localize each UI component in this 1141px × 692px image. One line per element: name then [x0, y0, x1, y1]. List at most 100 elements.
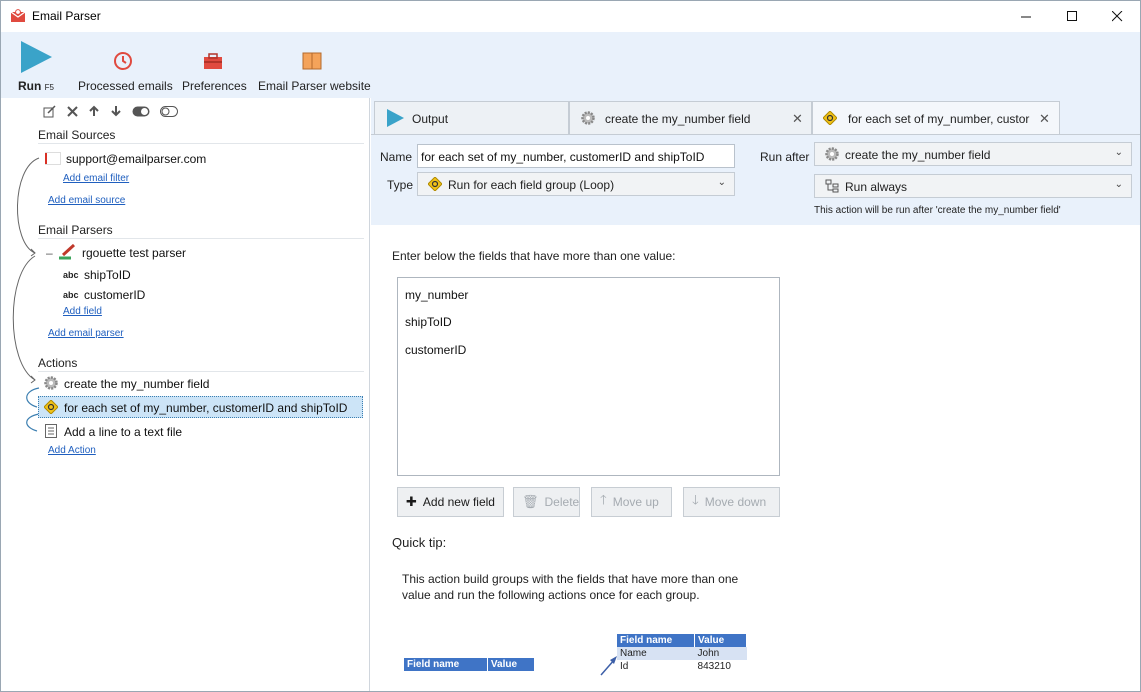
flow-icon: [825, 179, 839, 193]
move-item-down-button[interactable]: [108, 104, 124, 118]
type-select[interactable]: Run for each field group (Loop) ⌄: [417, 172, 735, 196]
move-up-button[interactable]: 🡑 Move up: [591, 487, 672, 517]
field-item-customerid[interactable]: customerID: [84, 288, 145, 302]
list-item[interactable]: customerID: [405, 343, 466, 357]
example-table-left: Field name Value: [404, 658, 536, 671]
add-email-parser-link[interactable]: Add email parser: [48, 328, 124, 339]
gmail-icon: [45, 152, 61, 165]
run-button[interactable]: Run F5: [13, 32, 57, 98]
divider: [38, 238, 364, 239]
type-value: Run for each field group (Loop): [448, 178, 615, 192]
add-field-link[interactable]: Add field: [63, 306, 102, 317]
divider: [38, 143, 364, 144]
tab-loop[interactable]: for each set of my_number, custor ✕: [812, 101, 1060, 134]
book-icon: [302, 52, 322, 70]
processed-emails-button[interactable]: Processed emails: [76, 32, 173, 98]
minimize-button[interactable]: [1003, 1, 1049, 32]
close-icon: [1111, 11, 1122, 22]
gear-icon: [44, 376, 58, 390]
text-file-icon: [45, 424, 57, 438]
action-item-text-file[interactable]: Add a line to a text file: [64, 425, 182, 439]
arrow-up-icon: 🡑: [600, 492, 607, 507]
tab-strip: Output create the my_number field ✕ for …: [371, 98, 1140, 134]
add-email-filter-link[interactable]: Add email filter: [63, 173, 129, 184]
plus-icon: ✚: [406, 494, 417, 509]
ribbon-toolbar: Run F5 Processed emails Preferences Emai…: [1, 32, 1140, 98]
text-field-type-icon: abc: [63, 290, 79, 300]
list-item[interactable]: my_number: [405, 288, 468, 302]
preferences-button[interactable]: Preferences: [179, 32, 247, 98]
title-bar: Email Parser: [1, 1, 1140, 32]
loop-icon: [44, 400, 58, 414]
tab-close-icon[interactable]: ✕: [1039, 111, 1050, 127]
add-action-link[interactable]: Add Action: [48, 445, 96, 456]
maximize-button[interactable]: [1049, 1, 1095, 32]
toggle-on-button[interactable]: [131, 104, 151, 118]
email-parsers-header: Email Parsers: [38, 223, 113, 237]
tab-create-field[interactable]: create the my_number field ✕: [569, 101, 812, 134]
gear-icon: [825, 147, 839, 161]
collapse-toggle[interactable]: –: [46, 246, 53, 260]
fields-listbox[interactable]: my_number shipToID customerID: [397, 277, 780, 476]
toggle-off-button[interactable]: [159, 104, 179, 118]
x-icon: [66, 105, 78, 117]
delete-label: Delete: [544, 495, 580, 509]
name-label: Name: [380, 150, 413, 164]
left-tree-panel: Email Sources support@emailparser.com Ad…: [1, 98, 370, 691]
chevron-down-icon: ⌄: [1114, 179, 1123, 190]
table-cell: Id: [620, 661, 629, 672]
add-new-field-label: Add new field: [422, 495, 495, 509]
list-item[interactable]: shipToID: [405, 315, 452, 329]
run-after-label: Run after: [760, 150, 810, 164]
move-down-label: Move down: [704, 495, 767, 509]
text-field-type-icon: abc: [63, 270, 79, 280]
preferences-label: Preferences: [182, 79, 247, 93]
table-header: Field name: [617, 634, 696, 647]
add-email-source-link[interactable]: Add email source: [48, 195, 125, 206]
run-label: Run F5: [18, 79, 55, 93]
quick-tip-text-2: value and run the following actions once…: [402, 588, 700, 602]
tab-output[interactable]: Output: [374, 101, 569, 134]
field-item-shiptoid[interactable]: shipToID: [84, 268, 131, 282]
close-window-button[interactable]: [1094, 1, 1140, 32]
chevron-down-icon: ⌄: [1114, 147, 1123, 158]
arrow-up-icon: [89, 105, 99, 116]
table-header: Value: [694, 634, 747, 647]
table-cell: 843210: [697, 661, 731, 672]
chevron-down-icon: ⌄: [717, 177, 726, 188]
add-new-field-button[interactable]: ✚ Add new field: [397, 487, 504, 517]
tab-close-icon[interactable]: ✕: [792, 111, 803, 127]
tab-output-label: Output: [412, 112, 449, 126]
run-after-hint: This action will be run after 'create th…: [814, 205, 1061, 216]
move-up-label: Move up: [612, 495, 659, 509]
run-after-select[interactable]: create the my_number field ⌄: [814, 142, 1132, 166]
delete-item-button[interactable]: [64, 104, 80, 118]
maximize-icon: [1066, 11, 1077, 21]
trash-icon: 🗑: [522, 494, 539, 509]
action-properties: Name for each set of my_number, customer…: [371, 134, 1140, 225]
action-item-loop[interactable]: for each set of my_number, customerID an…: [64, 401, 347, 415]
instruction-text: Enter below the fields that have more th…: [392, 249, 676, 263]
action-item-create-field[interactable]: create the my_number field: [64, 377, 209, 391]
name-input[interactable]: for each set of my_number, customerID an…: [417, 144, 735, 168]
website-button[interactable]: Email Parser website: [255, 32, 371, 98]
run-condition-value: Run always: [845, 180, 908, 194]
table-cell: John: [697, 648, 720, 659]
example-table-right: Field name Value Name John Id 843210: [617, 634, 747, 673]
move-item-up-button[interactable]: [86, 104, 102, 118]
loop-icon: [428, 177, 442, 191]
run-condition-select[interactable]: Run always ⌄: [814, 174, 1132, 198]
actions-header: Actions: [38, 356, 78, 370]
processed-emails-label: Processed emails: [78, 79, 173, 93]
play-icon: [387, 109, 404, 127]
app-window: Email Parser Run F5 Processed emails Pre…: [0, 0, 1141, 692]
table-header: Field name: [404, 658, 488, 671]
minimize-icon: [1020, 16, 1031, 18]
parser-item[interactable]: rgouette test parser: [82, 246, 186, 260]
email-source-item[interactable]: support@emailparser.com: [66, 152, 206, 166]
move-down-button[interactable]: 🡓 Move down: [683, 487, 780, 517]
delete-field-button[interactable]: 🗑 Delete: [513, 487, 580, 517]
parser-icon: [59, 244, 76, 260]
toggle-off-icon: [160, 105, 178, 117]
app-logo-icon: [10, 9, 26, 22]
